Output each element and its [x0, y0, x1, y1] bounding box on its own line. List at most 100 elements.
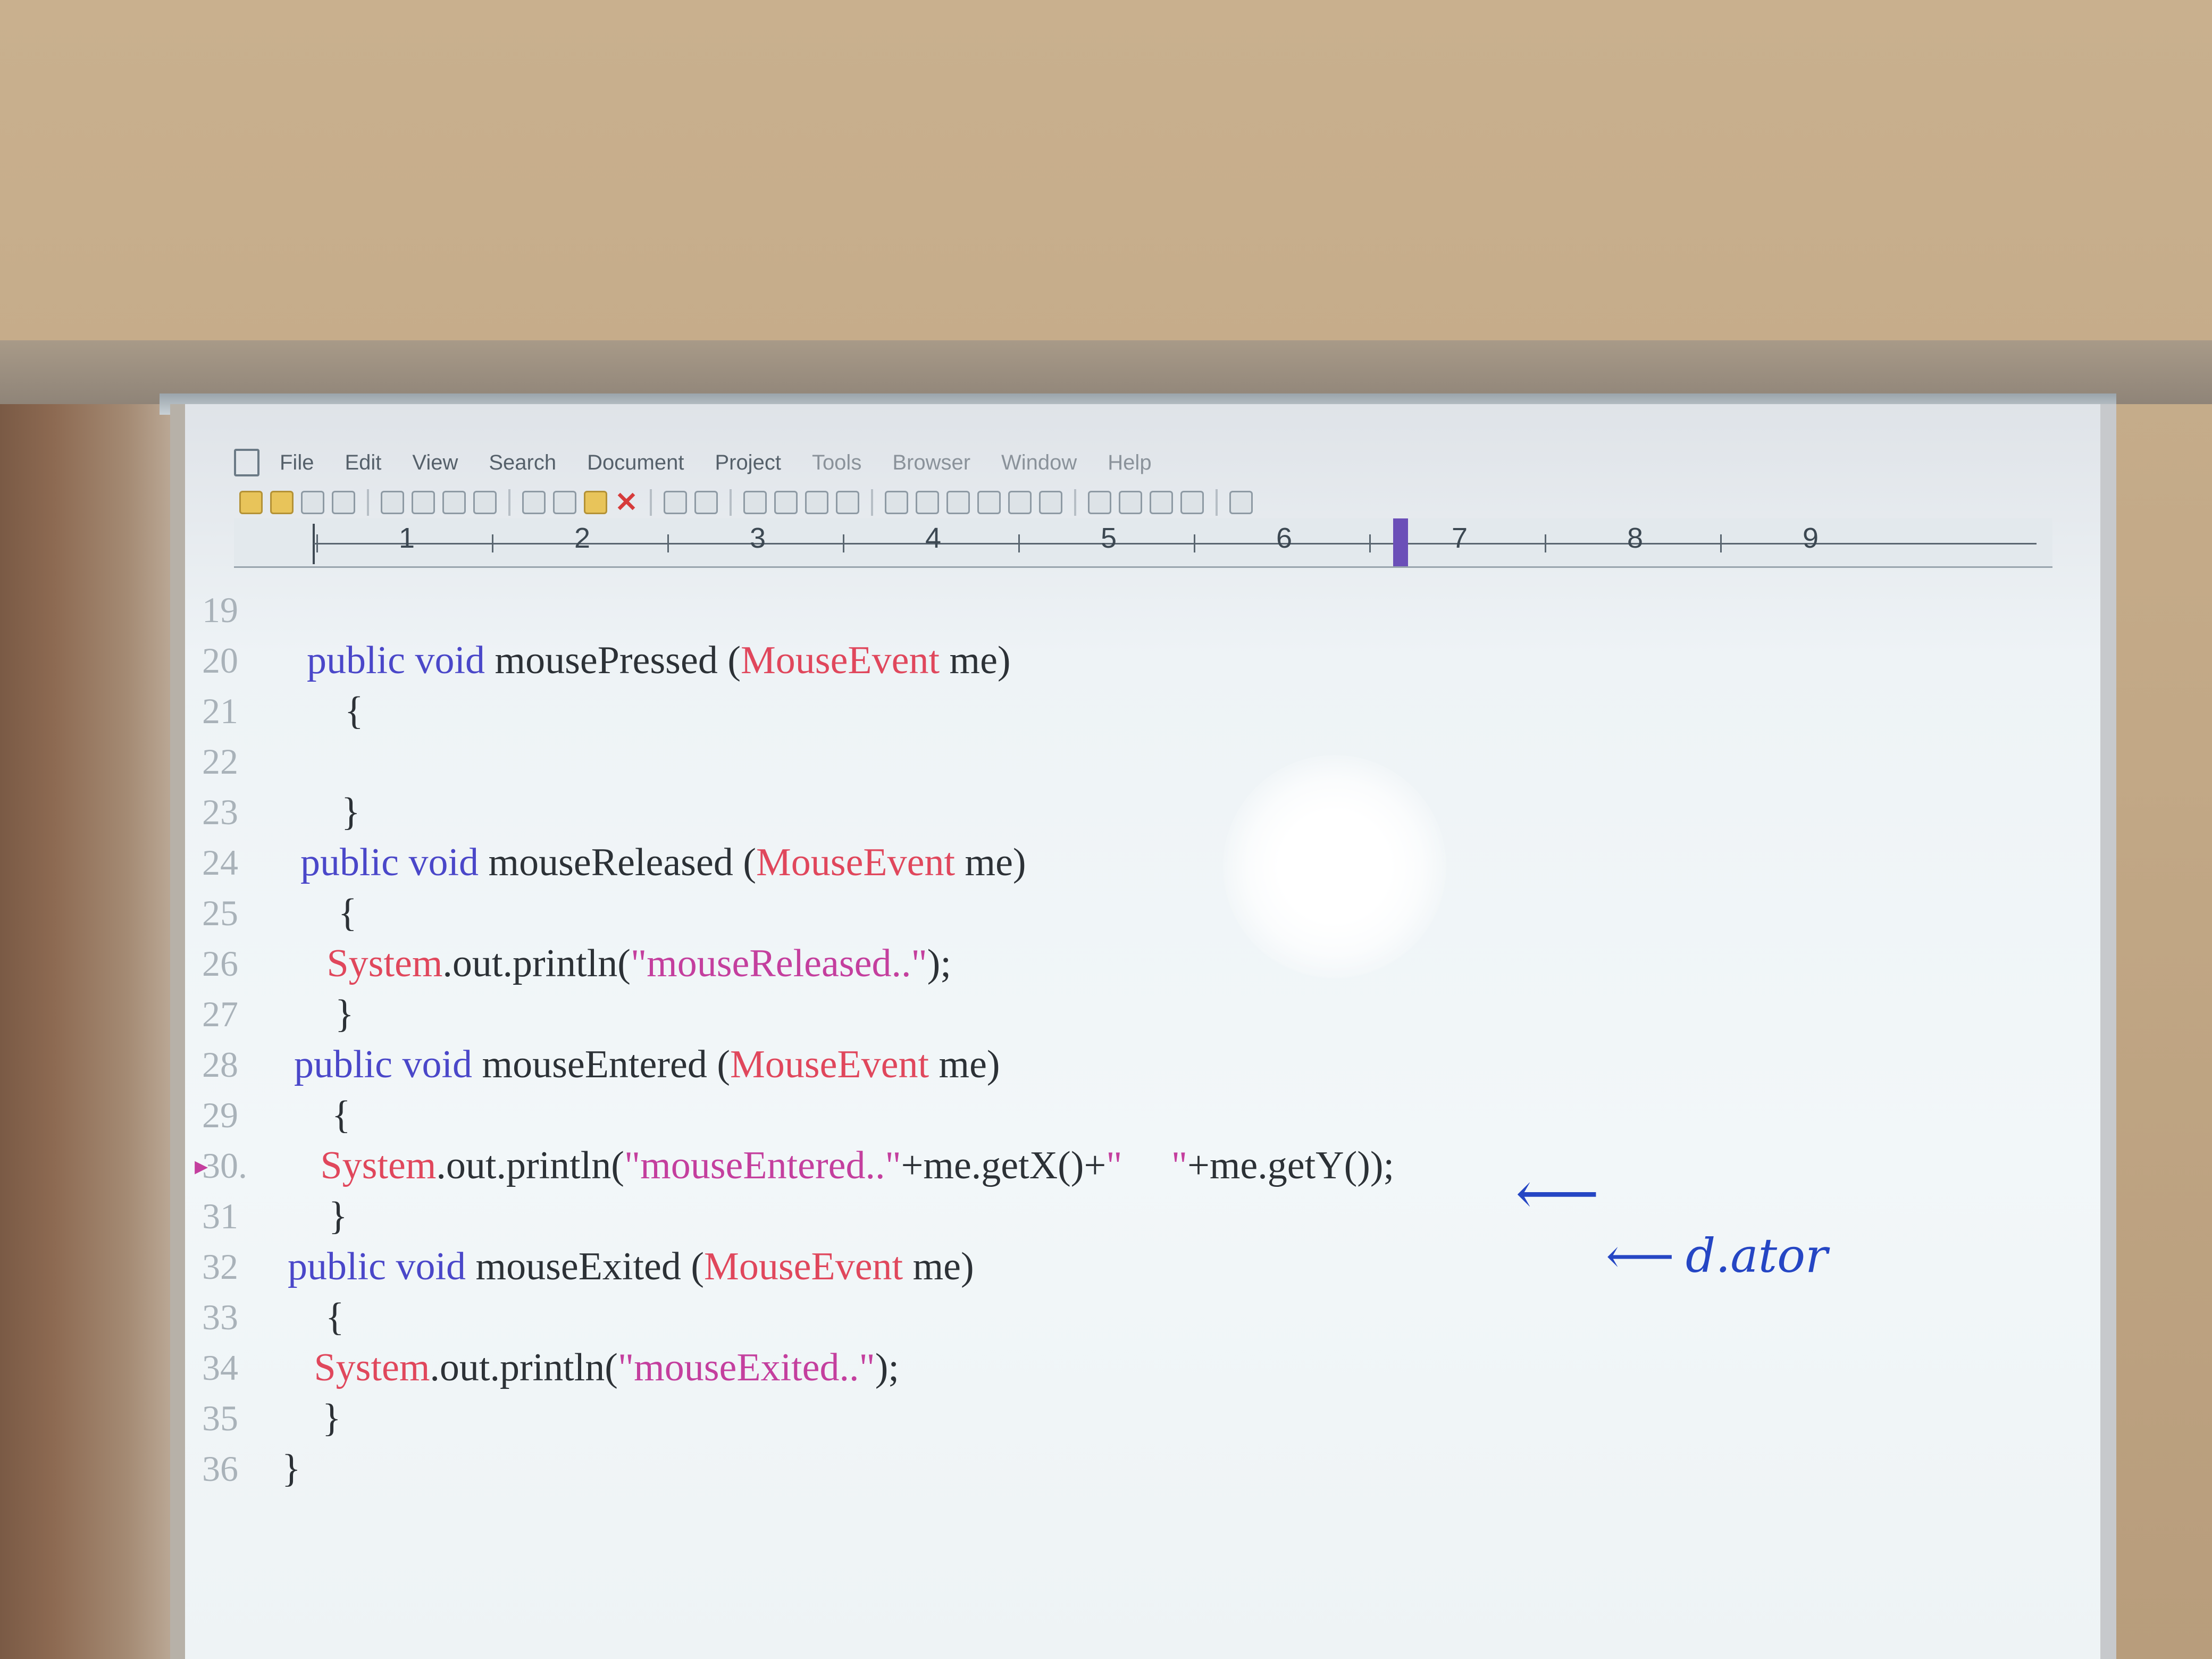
code-text: public void mouseEntered (MouseEvent me) — [294, 1040, 1000, 1090]
code-line[interactable]: 26 System.out.println("mouseReleased..")… — [202, 939, 2010, 989]
code-token: .out.println( — [430, 1346, 618, 1389]
menu-window[interactable]: Window — [1001, 451, 1077, 475]
code-line[interactable]: 34 System.out.println("mouseExited.."); — [202, 1343, 2010, 1393]
menu-edit[interactable]: Edit — [345, 451, 381, 475]
code-token: mouseReleased ( — [479, 841, 756, 884]
list-icon[interactable] — [946, 491, 970, 514]
code-line[interactable]: 19 — [202, 585, 2010, 635]
window-icon[interactable] — [1088, 491, 1111, 514]
indent-icon[interactable] — [836, 491, 859, 514]
line-number: 23 — [202, 792, 238, 832]
cut-icon[interactable] — [522, 491, 546, 514]
print-icon[interactable] — [381, 491, 404, 514]
code-line[interactable]: 28 public void mouseEntered (MouseEvent m… — [202, 1040, 2010, 1090]
ruler-tick — [1545, 534, 1546, 552]
code-keyword: public void — [288, 1245, 466, 1288]
code-line[interactable]: 35 } — [202, 1393, 2010, 1444]
menu-file[interactable]: File — [280, 451, 314, 475]
font-size-icon[interactable] — [885, 491, 908, 514]
delete-icon[interactable]: ✕ — [615, 489, 638, 516]
code-text: } — [283, 1393, 341, 1444]
code-line[interactable]: 33 { — [202, 1292, 2010, 1343]
menu-project[interactable]: Project — [715, 451, 781, 475]
ruler-cursor-marker[interactable] — [1393, 518, 1408, 566]
code-string: "mouseExited.." — [617, 1346, 875, 1389]
code-token: } — [283, 1396, 341, 1440]
code-text: System.out.println("mouseReleased.."); — [297, 939, 951, 989]
code-token: { — [299, 891, 357, 935]
browser-icon[interactable] — [1180, 491, 1204, 514]
ruler-tick — [492, 534, 493, 552]
word-wrap-icon[interactable] — [977, 491, 1001, 514]
code-class-name: System — [314, 1346, 430, 1389]
line-number: 24 — [202, 842, 238, 883]
spellcheck-icon[interactable] — [442, 491, 466, 514]
open-folder-icon[interactable] — [270, 491, 294, 514]
save-all-icon[interactable] — [332, 491, 355, 514]
code-class-name: MouseEvent — [756, 841, 956, 884]
code-text: System.out.println("mouseEntered.."+me.g… — [291, 1141, 1395, 1191]
tile-icon[interactable] — [1119, 491, 1142, 514]
goto-icon[interactable] — [805, 491, 828, 514]
code-token: me) — [940, 639, 1011, 682]
code-line[interactable]: 36} — [202, 1444, 2010, 1494]
toolbar-separator — [650, 489, 652, 516]
menu-search[interactable]: Search — [489, 451, 556, 475]
code-line[interactable]: 20 public void mousePressed (MouseEvent m… — [202, 635, 2010, 686]
code-token: .out.println( — [436, 1144, 624, 1187]
ruler: 1 2 3 4 5 6 7 8 9 — [234, 518, 2052, 568]
ruler-number: 7 — [1452, 522, 1468, 554]
ruler-tick — [316, 534, 318, 552]
code-line[interactable]: 27 } — [202, 989, 2010, 1040]
help-icon[interactable] — [1229, 491, 1253, 514]
toolbar-separator — [1074, 489, 1076, 516]
code-token: .out.println( — [442, 942, 631, 985]
code-keyword: public void — [300, 841, 479, 884]
replace-icon[interactable] — [774, 491, 798, 514]
code-line[interactable]: ▸ 30. System.out.println("mouseEntered.."… — [195, 1141, 2010, 1191]
ruler-number: 8 — [1627, 522, 1644, 554]
ruler-number: 4 — [925, 522, 942, 554]
copy-icon[interactable] — [553, 491, 576, 514]
code-line[interactable]: 21 { — [202, 686, 2010, 736]
menu-document[interactable]: Document — [587, 451, 684, 475]
code-editor[interactable]: 19 20 public void mousePressed (MouseEvent… — [195, 585, 2010, 1494]
find-icon[interactable] — [743, 491, 767, 514]
ruler-number: 1 — [399, 522, 415, 554]
save-icon[interactable] — [301, 491, 324, 514]
ruler-tick — [667, 534, 669, 552]
menu-tools[interactable]: Tools — [812, 451, 861, 475]
ruler-line — [314, 543, 2037, 544]
redo-icon[interactable] — [694, 491, 718, 514]
code-keyword: public void — [294, 1043, 473, 1086]
code-line[interactable]: 29 { — [202, 1090, 2010, 1141]
code-text: { — [305, 686, 364, 736]
paste-icon[interactable] — [584, 491, 607, 514]
print-preview-icon[interactable] — [412, 491, 435, 514]
code-line[interactable]: 23 } — [202, 787, 2010, 837]
undo-icon[interactable] — [664, 491, 687, 514]
menu-view[interactable]: View — [412, 451, 458, 475]
code-class-name: System — [326, 942, 443, 985]
code-line[interactable]: 24 public void mouseReleased (MouseEvent … — [202, 837, 2010, 888]
new-file-icon[interactable] — [239, 491, 263, 514]
handwritten-arrow: ⟵ — [1515, 1159, 1599, 1227]
toolbar-separator — [367, 489, 369, 516]
code-class-name: System — [320, 1144, 437, 1187]
code-text: } — [289, 1191, 348, 1242]
menu-browser[interactable]: Browser — [892, 451, 970, 475]
code-token: me) — [929, 1043, 1000, 1086]
line-number: 26 — [202, 943, 238, 984]
document-icon[interactable] — [473, 491, 497, 514]
hex-icon[interactable] — [916, 491, 939, 514]
toolbar-separator — [1216, 489, 1218, 516]
menu-help[interactable]: Help — [1108, 451, 1151, 475]
ruler-icon[interactable] — [1039, 491, 1062, 514]
code-line[interactable]: 22 — [202, 736, 2010, 787]
cascade-icon[interactable] — [1150, 491, 1173, 514]
menu-bar: File Edit View Search Document Project T… — [234, 441, 2052, 484]
line-numbers-icon[interactable] — [1008, 491, 1032, 514]
code-token: +me.getY()); — [1187, 1144, 1395, 1187]
code-line[interactable]: 25 { — [202, 888, 2010, 939]
